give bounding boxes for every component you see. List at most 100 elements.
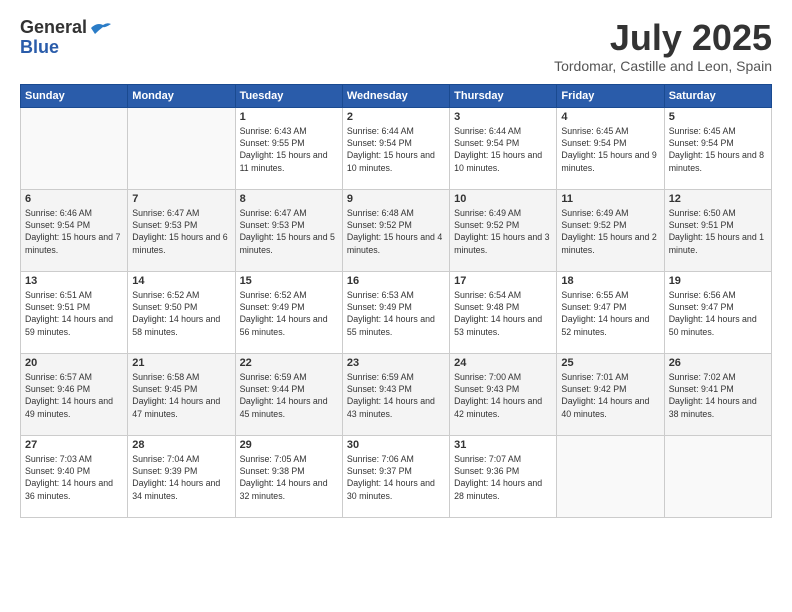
calendar-cell: 26 Sunrise: 7:02 AM Sunset: 9:41 PM Dayli… [664, 353, 771, 435]
day-info: Sunrise: 6:59 AM Sunset: 9:44 PM Dayligh… [240, 371, 338, 420]
day-info: Sunrise: 7:01 AM Sunset: 9:42 PM Dayligh… [561, 371, 659, 420]
title-block: July 2025 Tordomar, Castille and Leon, S… [554, 18, 772, 74]
day-number: 28 [132, 439, 230, 451]
page: General Blue July 2025 Tordomar, Castill… [0, 0, 792, 612]
day-info: Sunrise: 6:56 AM Sunset: 9:47 PM Dayligh… [669, 289, 767, 338]
logo-general-text: General [20, 18, 87, 38]
calendar-week-row: 1Sunrise: 6:43 AM Sunset: 9:55 PM Daylig… [21, 107, 772, 189]
calendar-cell: 3Sunrise: 6:44 AM Sunset: 9:54 PM Daylig… [450, 107, 557, 189]
day-info: Sunrise: 6:57 AM Sunset: 9:46 PM Dayligh… [25, 371, 123, 420]
calendar-cell: 25 Sunrise: 7:01 AM Sunset: 9:42 PM Dayli… [557, 353, 664, 435]
day-number: 22 [240, 357, 338, 369]
day-info: Sunrise: 6:58 AM Sunset: 9:45 PM Dayligh… [132, 371, 230, 420]
calendar-cell: 31Sunrise: 7:07 AM Sunset: 9:36 PM Dayli… [450, 435, 557, 517]
day-number: 29 [240, 439, 338, 451]
calendar-cell: 12 Sunrise: 6:50 AM Sunset: 9:51 PM Dayli… [664, 189, 771, 271]
calendar-cell: 22 Sunrise: 6:59 AM Sunset: 9:44 PM Dayli… [235, 353, 342, 435]
day-info: Sunrise: 6:59 AM Sunset: 9:43 PM Dayligh… [347, 371, 445, 420]
calendar-cell: 6 Sunrise: 6:46 AM Sunset: 9:54 PM Daylig… [21, 189, 128, 271]
day-number: 3 [454, 111, 552, 123]
day-info: Sunrise: 6:51 AM Sunset: 9:51 PM Dayligh… [25, 289, 123, 338]
day-info: Sunrise: 6:55 AM Sunset: 9:47 PM Dayligh… [561, 289, 659, 338]
day-number: 21 [132, 357, 230, 369]
calendar-cell: 13 Sunrise: 6:51 AM Sunset: 9:51 PM Dayli… [21, 271, 128, 353]
header: General Blue July 2025 Tordomar, Castill… [20, 18, 772, 74]
day-info: Sunrise: 6:52 AM Sunset: 9:50 PM Dayligh… [132, 289, 230, 338]
calendar-cell: 24 Sunrise: 7:00 AM Sunset: 9:43 PM Dayli… [450, 353, 557, 435]
calendar-cell [128, 107, 235, 189]
calendar-cell: 9 Sunrise: 6:48 AM Sunset: 9:52 PM Daylig… [342, 189, 449, 271]
calendar-cell [664, 435, 771, 517]
subtitle: Tordomar, Castille and Leon, Spain [554, 58, 772, 74]
calendar-header-row: SundayMondayTuesdayWednesdayThursdayFrid… [21, 84, 772, 107]
day-info: Sunrise: 6:47 AM Sunset: 9:53 PM Dayligh… [240, 207, 338, 256]
day-number: 6 [25, 193, 123, 205]
day-info: Sunrise: 6:46 AM Sunset: 9:54 PM Dayligh… [25, 207, 123, 256]
calendar-cell [557, 435, 664, 517]
calendar-week-row: 6 Sunrise: 6:46 AM Sunset: 9:54 PM Daylig… [21, 189, 772, 271]
day-number: 18 [561, 275, 659, 287]
day-number: 1 [240, 111, 338, 123]
day-number: 7 [132, 193, 230, 205]
day-number: 5 [669, 111, 767, 123]
calendar-header-tuesday: Tuesday [235, 84, 342, 107]
calendar-cell: 11Sunrise: 6:49 AM Sunset: 9:52 PM Dayli… [557, 189, 664, 271]
day-number: 12 [669, 193, 767, 205]
day-info: Sunrise: 6:45 AM Sunset: 9:54 PM Dayligh… [561, 125, 659, 174]
calendar-cell: 17 Sunrise: 6:54 AM Sunset: 9:48 PM Dayli… [450, 271, 557, 353]
calendar-cell: 5 Sunrise: 6:45 AM Sunset: 9:54 PM Daylig… [664, 107, 771, 189]
main-title: July 2025 [554, 18, 772, 58]
day-number: 25 [561, 357, 659, 369]
day-info: Sunrise: 6:49 AM Sunset: 9:52 PM Dayligh… [454, 207, 552, 256]
day-number: 14 [132, 275, 230, 287]
calendar-cell: 20 Sunrise: 6:57 AM Sunset: 9:46 PM Dayli… [21, 353, 128, 435]
day-number: 4 [561, 111, 659, 123]
calendar-cell: 18 Sunrise: 6:55 AM Sunset: 9:47 PM Dayli… [557, 271, 664, 353]
calendar-week-row: 27 Sunrise: 7:03 AM Sunset: 9:40 PM Dayli… [21, 435, 772, 517]
calendar-week-row: 20 Sunrise: 6:57 AM Sunset: 9:46 PM Dayli… [21, 353, 772, 435]
day-number: 11 [561, 193, 659, 205]
day-number: 26 [669, 357, 767, 369]
day-number: 23 [347, 357, 445, 369]
day-info: Sunrise: 7:06 AM Sunset: 9:37 PM Dayligh… [347, 453, 445, 502]
day-number: 20 [25, 357, 123, 369]
day-number: 9 [347, 193, 445, 205]
calendar-cell: 29 Sunrise: 7:05 AM Sunset: 9:38 PM Dayli… [235, 435, 342, 517]
day-number: 16 [347, 275, 445, 287]
calendar-header-sunday: Sunday [21, 84, 128, 107]
day-info: Sunrise: 6:52 AM Sunset: 9:49 PM Dayligh… [240, 289, 338, 338]
day-number: 17 [454, 275, 552, 287]
day-info: Sunrise: 7:05 AM Sunset: 9:38 PM Dayligh… [240, 453, 338, 502]
day-info: Sunrise: 6:44 AM Sunset: 9:54 PM Dayligh… [347, 125, 445, 174]
calendar-cell: 21 Sunrise: 6:58 AM Sunset: 9:45 PM Dayli… [128, 353, 235, 435]
day-info: Sunrise: 6:54 AM Sunset: 9:48 PM Dayligh… [454, 289, 552, 338]
calendar-cell: 28Sunrise: 7:04 AM Sunset: 9:39 PM Dayli… [128, 435, 235, 517]
day-number: 24 [454, 357, 552, 369]
calendar-cell: 1Sunrise: 6:43 AM Sunset: 9:55 PM Daylig… [235, 107, 342, 189]
day-info: Sunrise: 6:48 AM Sunset: 9:52 PM Dayligh… [347, 207, 445, 256]
calendar-header-saturday: Saturday [664, 84, 771, 107]
day-number: 15 [240, 275, 338, 287]
day-info: Sunrise: 7:00 AM Sunset: 9:43 PM Dayligh… [454, 371, 552, 420]
day-number: 13 [25, 275, 123, 287]
calendar-cell: 10Sunrise: 6:49 AM Sunset: 9:52 PM Dayli… [450, 189, 557, 271]
logo-bird-icon [89, 20, 111, 36]
day-info: Sunrise: 6:47 AM Sunset: 9:53 PM Dayligh… [132, 207, 230, 256]
day-info: Sunrise: 7:03 AM Sunset: 9:40 PM Dayligh… [25, 453, 123, 502]
logo: General Blue [20, 18, 111, 58]
day-info: Sunrise: 7:07 AM Sunset: 9:36 PM Dayligh… [454, 453, 552, 502]
day-info: Sunrise: 6:45 AM Sunset: 9:54 PM Dayligh… [669, 125, 767, 174]
day-info: Sunrise: 7:02 AM Sunset: 9:41 PM Dayligh… [669, 371, 767, 420]
calendar-cell [21, 107, 128, 189]
day-number: 27 [25, 439, 123, 451]
calendar-week-row: 13 Sunrise: 6:51 AM Sunset: 9:51 PM Dayli… [21, 271, 772, 353]
calendar-cell: 7 Sunrise: 6:47 AM Sunset: 9:53 PM Daylig… [128, 189, 235, 271]
day-info: Sunrise: 6:50 AM Sunset: 9:51 PM Dayligh… [669, 207, 767, 256]
day-number: 30 [347, 439, 445, 451]
logo-blue-text: Blue [20, 38, 59, 58]
calendar-cell: 30 Sunrise: 7:06 AM Sunset: 9:37 PM Dayli… [342, 435, 449, 517]
calendar-cell: 15 Sunrise: 6:52 AM Sunset: 9:49 PM Dayli… [235, 271, 342, 353]
day-number: 2 [347, 111, 445, 123]
calendar-cell: 27 Sunrise: 7:03 AM Sunset: 9:40 PM Dayli… [21, 435, 128, 517]
calendar-cell: 14 Sunrise: 6:52 AM Sunset: 9:50 PM Dayli… [128, 271, 235, 353]
